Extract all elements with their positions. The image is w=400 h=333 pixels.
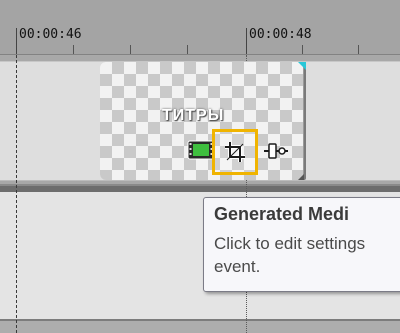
- ruler-major-tick: [16, 28, 17, 54]
- clip-fade-handle[interactable]: [298, 174, 304, 180]
- playhead-cursor-line[interactable]: [16, 55, 17, 333]
- ruler-timecode-right: 00:00:48: [249, 27, 312, 42]
- tooltip-body: Click to edit settings event.: [214, 232, 400, 278]
- ruler-timecode-left: 00:00:46: [19, 27, 82, 42]
- tooltip-body-line: event.: [214, 257, 261, 276]
- ruler-minor-tick: [73, 45, 74, 54]
- tooltip-title: Generated Medi: [214, 204, 350, 224]
- text-event-clip[interactable]: ТИТРЫ: [100, 62, 306, 180]
- ruler-baseline: [0, 54, 400, 55]
- event-media-icon[interactable]: [187, 139, 215, 161]
- clip-title: ТИТРЫ: [162, 107, 225, 124]
- ruler-minor-tick: [187, 45, 188, 54]
- ruler-minor-tick: [358, 45, 359, 54]
- event-pan-crop-button[interactable]: [212, 129, 258, 175]
- ruler-major-tick: [246, 28, 247, 54]
- tooltip: Generated Medi Click to edit settings ev…: [203, 197, 400, 292]
- event-fx-icon[interactable]: [263, 141, 289, 161]
- event-pan-crop-icon: [225, 142, 245, 162]
- tooltip-body-line: Click to edit settings: [214, 234, 366, 253]
- track-bottom-strip: [0, 319, 400, 333]
- track-separator[interactable]: [0, 184, 400, 192]
- ruler-minor-tick: [302, 45, 303, 54]
- timeline-ruler[interactable]: 00:00:46 00:00:48: [0, 0, 400, 55]
- clip-corner-marker: [298, 62, 306, 70]
- ruler-minor-tick: [130, 45, 131, 54]
